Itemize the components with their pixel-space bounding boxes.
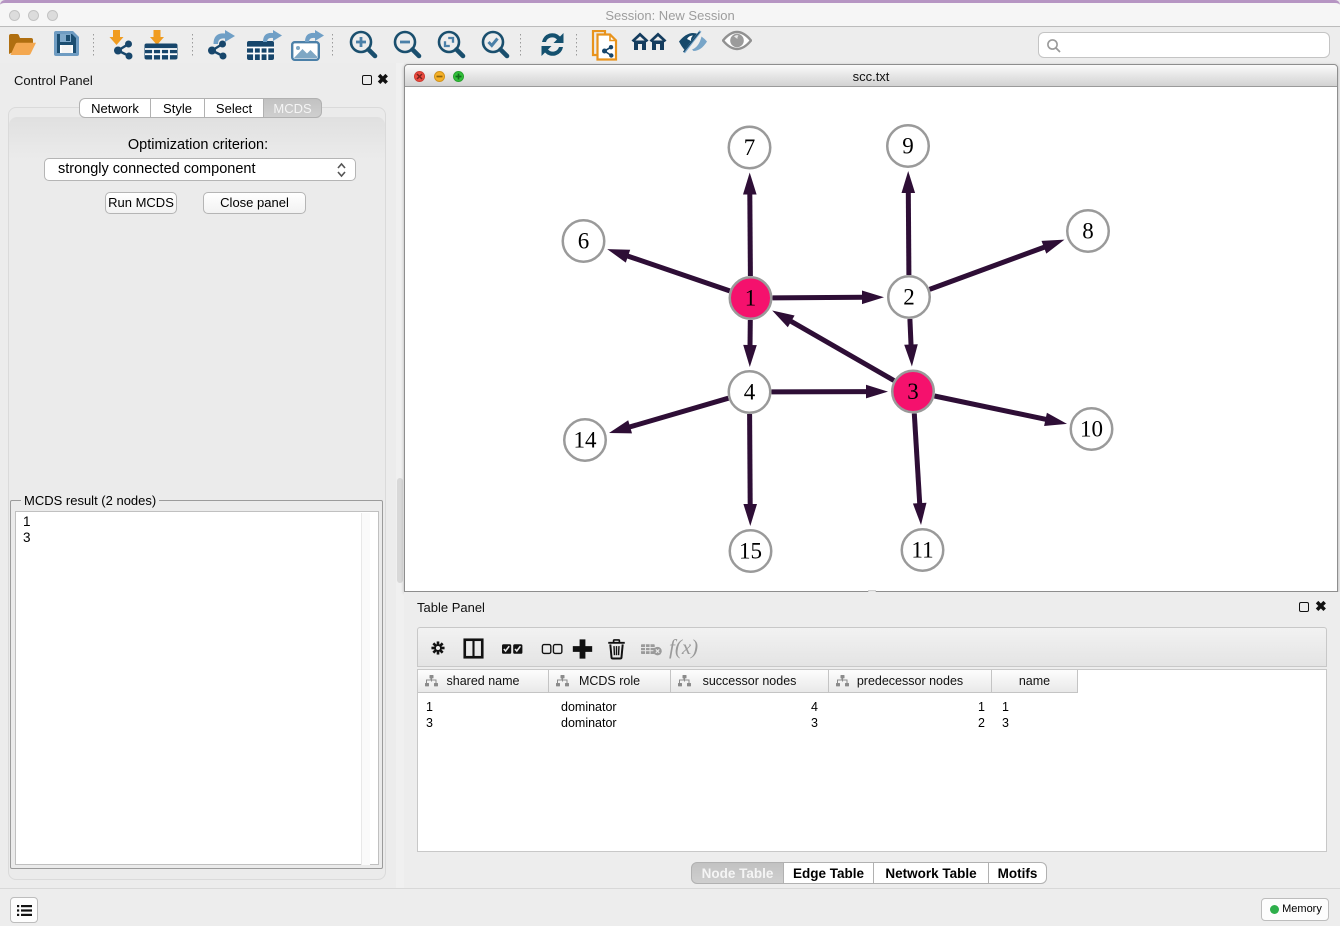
svg-text:8: 8 [1082,219,1094,244]
svg-text:14: 14 [574,428,598,453]
svg-text:6: 6 [578,229,590,254]
svg-text:2: 2 [903,285,915,310]
svg-text:9: 9 [902,134,914,159]
svg-text:1: 1 [745,286,757,311]
svg-text:3: 3 [907,379,919,404]
svg-text:4: 4 [744,380,756,405]
svg-text:11: 11 [911,538,933,563]
svg-text:10: 10 [1080,417,1103,442]
svg-text:15: 15 [739,539,762,564]
svg-text:7: 7 [744,135,756,160]
